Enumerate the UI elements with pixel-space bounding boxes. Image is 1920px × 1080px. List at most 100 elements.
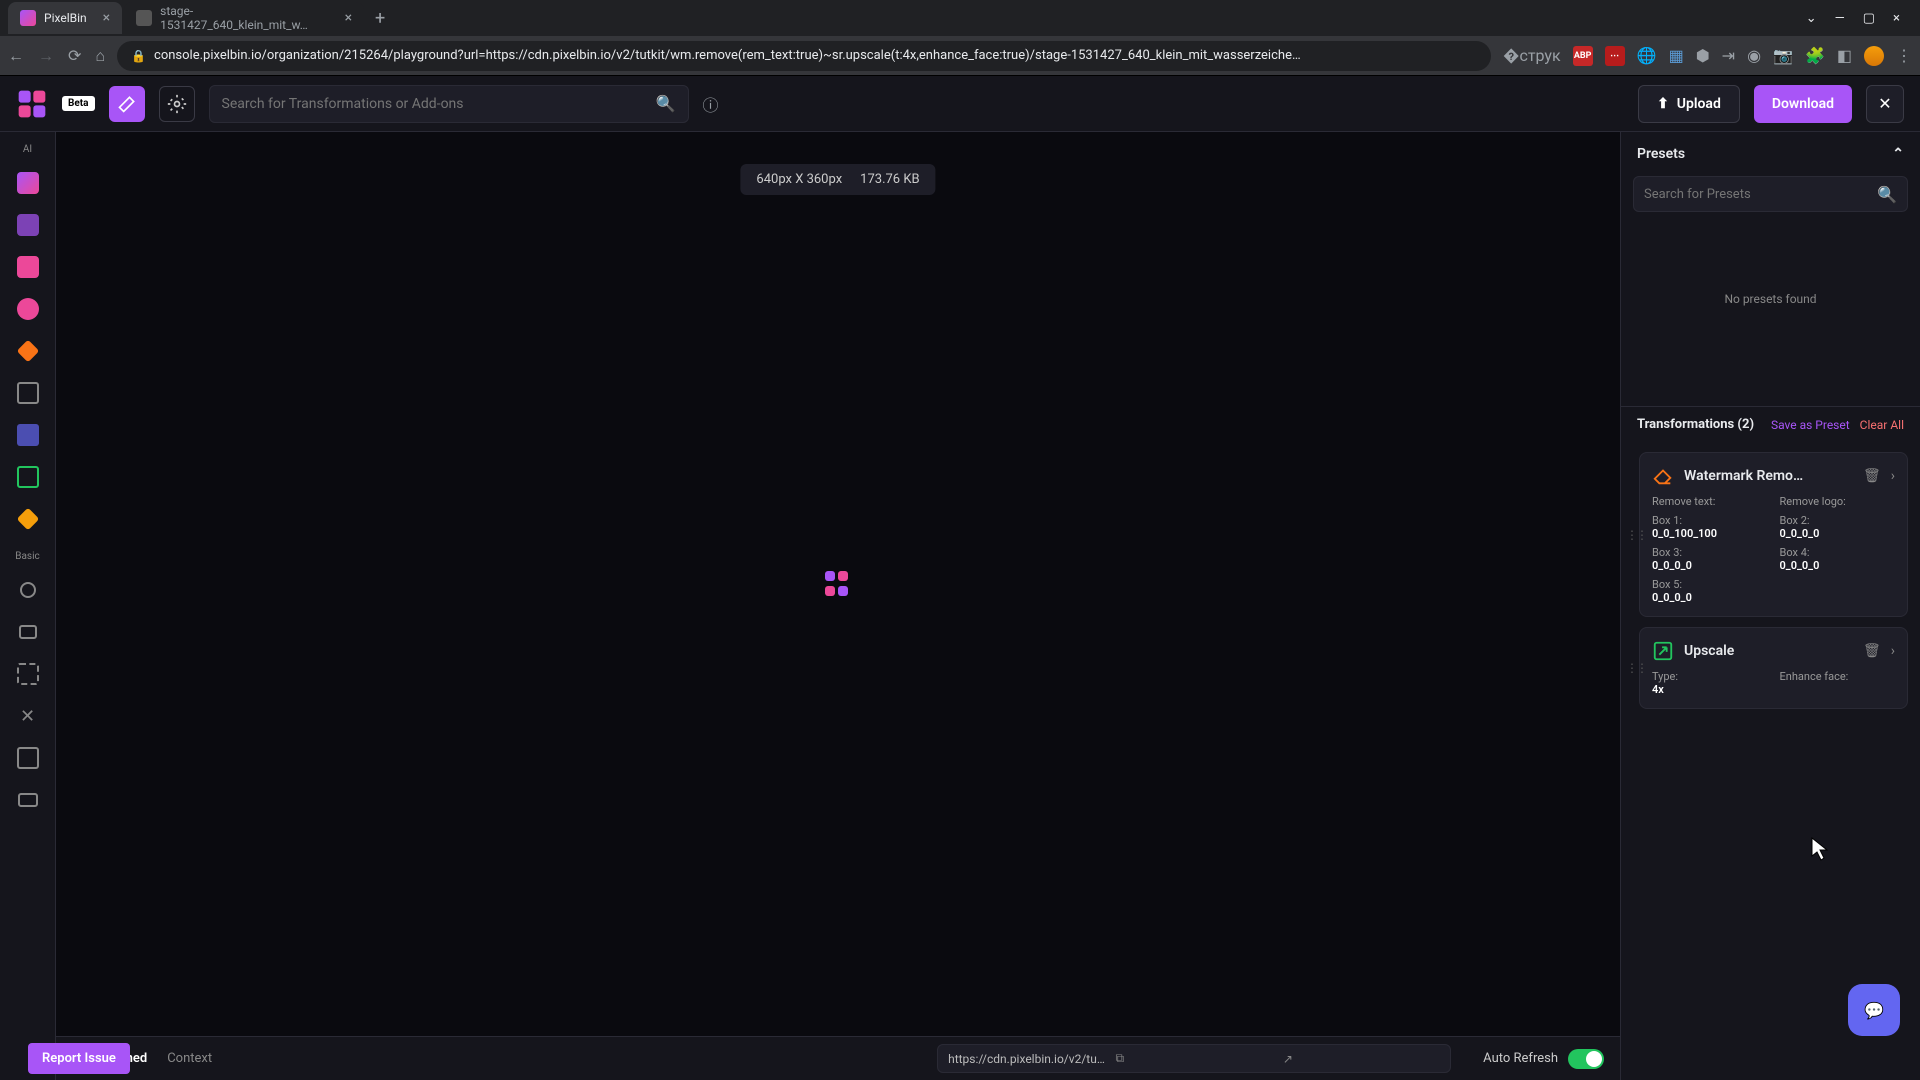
rail-basic-1[interactable] — [10, 572, 46, 608]
transformation-card-upscale[interactable]: ⋮⋮ Upscale 🗑 › Type:4x Enhance face: — [1639, 627, 1908, 709]
browser-tab-active[interactable]: PixelBin × — [8, 2, 122, 34]
new-tab-button[interactable]: + — [366, 4, 394, 32]
reload-icon[interactable]: ⟳ — [68, 46, 81, 65]
rail-basic-6[interactable] — [10, 782, 46, 818]
preset-search-input[interactable] — [1644, 187, 1877, 202]
param-key: Box 1: — [1652, 514, 1768, 527]
rail-tool-5[interactable] — [10, 333, 46, 369]
close-window-icon[interactable]: × — [1893, 11, 1900, 26]
tab-title: stage-1531427_640_klein_mit_w… — [160, 4, 329, 32]
camera-icon[interactable]: 📷 — [1773, 46, 1793, 65]
delete-icon[interactable]: 🗑 — [1863, 468, 1881, 484]
auto-refresh-control: Auto Refresh — [1483, 1049, 1604, 1069]
url-text: console.pixelbin.io/organization/215264/… — [154, 48, 1477, 63]
drag-handle-icon[interactable]: ⋮⋮ — [1626, 528, 1646, 542]
globe-icon[interactable]: 🌐 — [1637, 46, 1657, 65]
no-presets-message: No presets found — [1621, 212, 1920, 406]
profile-avatar[interactable] — [1864, 46, 1884, 66]
chevron-right-icon[interactable]: › — [1891, 468, 1895, 484]
translate-icon[interactable]: �струк — [1503, 46, 1561, 65]
card-title: Upscale — [1684, 643, 1853, 659]
close-icon[interactable]: × — [103, 10, 110, 26]
download-label: Download — [1772, 96, 1834, 112]
browser-nav-bar: ← → ⟳ ⌂ 🔒 console.pixelbin.io/organizati… — [0, 36, 1920, 76]
search-icon[interactable]: 🔍 — [656, 94, 676, 113]
upload-icon: ⬆ — [1657, 96, 1669, 112]
rail-tool-2[interactable] — [10, 207, 46, 243]
window-controls: ⌄ — ▢ × — [1806, 11, 1912, 26]
delete-icon[interactable]: 🗑 — [1863, 643, 1881, 659]
param-key: Box 4: — [1780, 546, 1896, 559]
extension-icon[interactable]: ⬢ — [1696, 46, 1710, 65]
output-url: https://cdn.pixelbin.io/v2/tutkit/wm.rem… — [948, 1052, 1105, 1066]
adblock-icon[interactable]: ABP — [1573, 46, 1593, 66]
beta-badge: Beta — [62, 96, 95, 111]
presets-header[interactable]: Presets ⌃ — [1621, 132, 1920, 176]
search-input[interactable] — [222, 96, 656, 112]
param-key: Type: — [1652, 670, 1768, 683]
extension-icon[interactable]: ▦ — [1669, 46, 1684, 65]
pixelbin-favicon — [20, 10, 36, 26]
forward-icon[interactable]: → — [38, 46, 54, 66]
rail-basic-4[interactable]: ✕ — [10, 698, 46, 734]
clear-all-link[interactable]: Clear All — [1860, 418, 1904, 432]
pixelbin-logo[interactable] — [16, 88, 48, 120]
side-panel-icon[interactable]: ◧ — [1837, 46, 1852, 65]
close-panel-button[interactable]: ✕ — [1866, 85, 1904, 123]
upload-button[interactable]: ⬆ Upload — [1638, 85, 1740, 123]
param-value: 0_0_0_0 — [1652, 591, 1768, 604]
extension-icon[interactable]: ⇥ — [1722, 46, 1735, 65]
menu-icon[interactable]: ⋮ — [1896, 46, 1912, 65]
maximize-icon[interactable]: ▢ — [1863, 11, 1875, 26]
transformation-card-watermark[interactable]: ⋮⋮ Watermark Remo… 🗑 › Remove text: Remo… — [1639, 452, 1908, 617]
settings-tool[interactable] — [159, 86, 195, 122]
param-value: 4x — [1652, 683, 1768, 696]
param-key: Box 5: — [1652, 578, 1768, 591]
rail-basic-3[interactable] — [10, 656, 46, 692]
image-filesize: 173.76 KB — [860, 172, 919, 187]
report-issue-button[interactable]: Report Issue — [28, 1043, 130, 1074]
download-button[interactable]: Download — [1754, 85, 1852, 123]
transformation-search[interactable]: 🔍 — [209, 85, 689, 123]
extension-icon[interactable]: ◉ — [1747, 46, 1761, 65]
close-icon: ✕ — [1878, 94, 1891, 113]
auto-refresh-toggle[interactable] — [1568, 1049, 1604, 1069]
url-bar[interactable]: 🔒 console.pixelbin.io/organization/21526… — [117, 41, 1491, 71]
chevron-up-icon[interactable]: ⌃ — [1892, 146, 1904, 162]
rail-tool-4[interactable] — [10, 291, 46, 327]
home-icon[interactable]: ⌂ — [95, 46, 105, 66]
chevron-down-icon[interactable]: ⌄ — [1806, 11, 1817, 26]
param-key: Enhance face: — [1780, 670, 1896, 683]
minimize-icon[interactable]: — — [1835, 11, 1845, 26]
save-as-preset-link[interactable]: Save as Preset — [1771, 418, 1850, 432]
close-icon[interactable]: × — [345, 10, 352, 26]
extensions-puzzle-icon[interactable]: 🧩 — [1805, 46, 1825, 65]
rail-tool-9[interactable] — [10, 501, 46, 537]
rail-basic-5[interactable] — [10, 740, 46, 776]
param-value: 0_0_0_0 — [1780, 527, 1896, 540]
copy-icon[interactable]: ⧉ — [1115, 1051, 1272, 1066]
card-title: Watermark Remo… — [1684, 468, 1853, 484]
back-icon[interactable]: ← — [8, 46, 24, 66]
image-favicon — [136, 10, 152, 26]
search-icon[interactable]: 🔍 — [1877, 185, 1897, 204]
chat-fab[interactable]: 💬 — [1848, 984, 1900, 1036]
rail-tool-7[interactable] — [10, 417, 46, 453]
rail-tool-3[interactable] — [10, 249, 46, 285]
tab-context[interactable]: Context — [167, 1051, 212, 1066]
preset-search[interactable]: 🔍 — [1633, 176, 1908, 212]
wand-tool[interactable] — [109, 86, 145, 122]
param-value: 0_0_0_0 — [1780, 559, 1896, 572]
extension-icon[interactable]: ⋯ — [1605, 46, 1625, 66]
rail-tool-8[interactable] — [10, 459, 46, 495]
rail-basic-2[interactable] — [10, 614, 46, 650]
chevron-right-icon[interactable]: › — [1891, 643, 1895, 659]
rail-tool-6[interactable] — [10, 375, 46, 411]
drag-handle-icon[interactable]: ⋮⋮ — [1626, 661, 1646, 675]
open-external-icon[interactable]: ↗ — [1283, 1052, 1440, 1066]
browser-tab-inactive[interactable]: stage-1531427_640_klein_mit_w… × — [124, 2, 364, 34]
tab-title: PixelBin — [44, 11, 87, 25]
info-icon[interactable]: ⓘ — [703, 92, 719, 116]
rail-tool-1[interactable] — [10, 165, 46, 201]
rail-section-basic: Basic — [15, 551, 40, 562]
